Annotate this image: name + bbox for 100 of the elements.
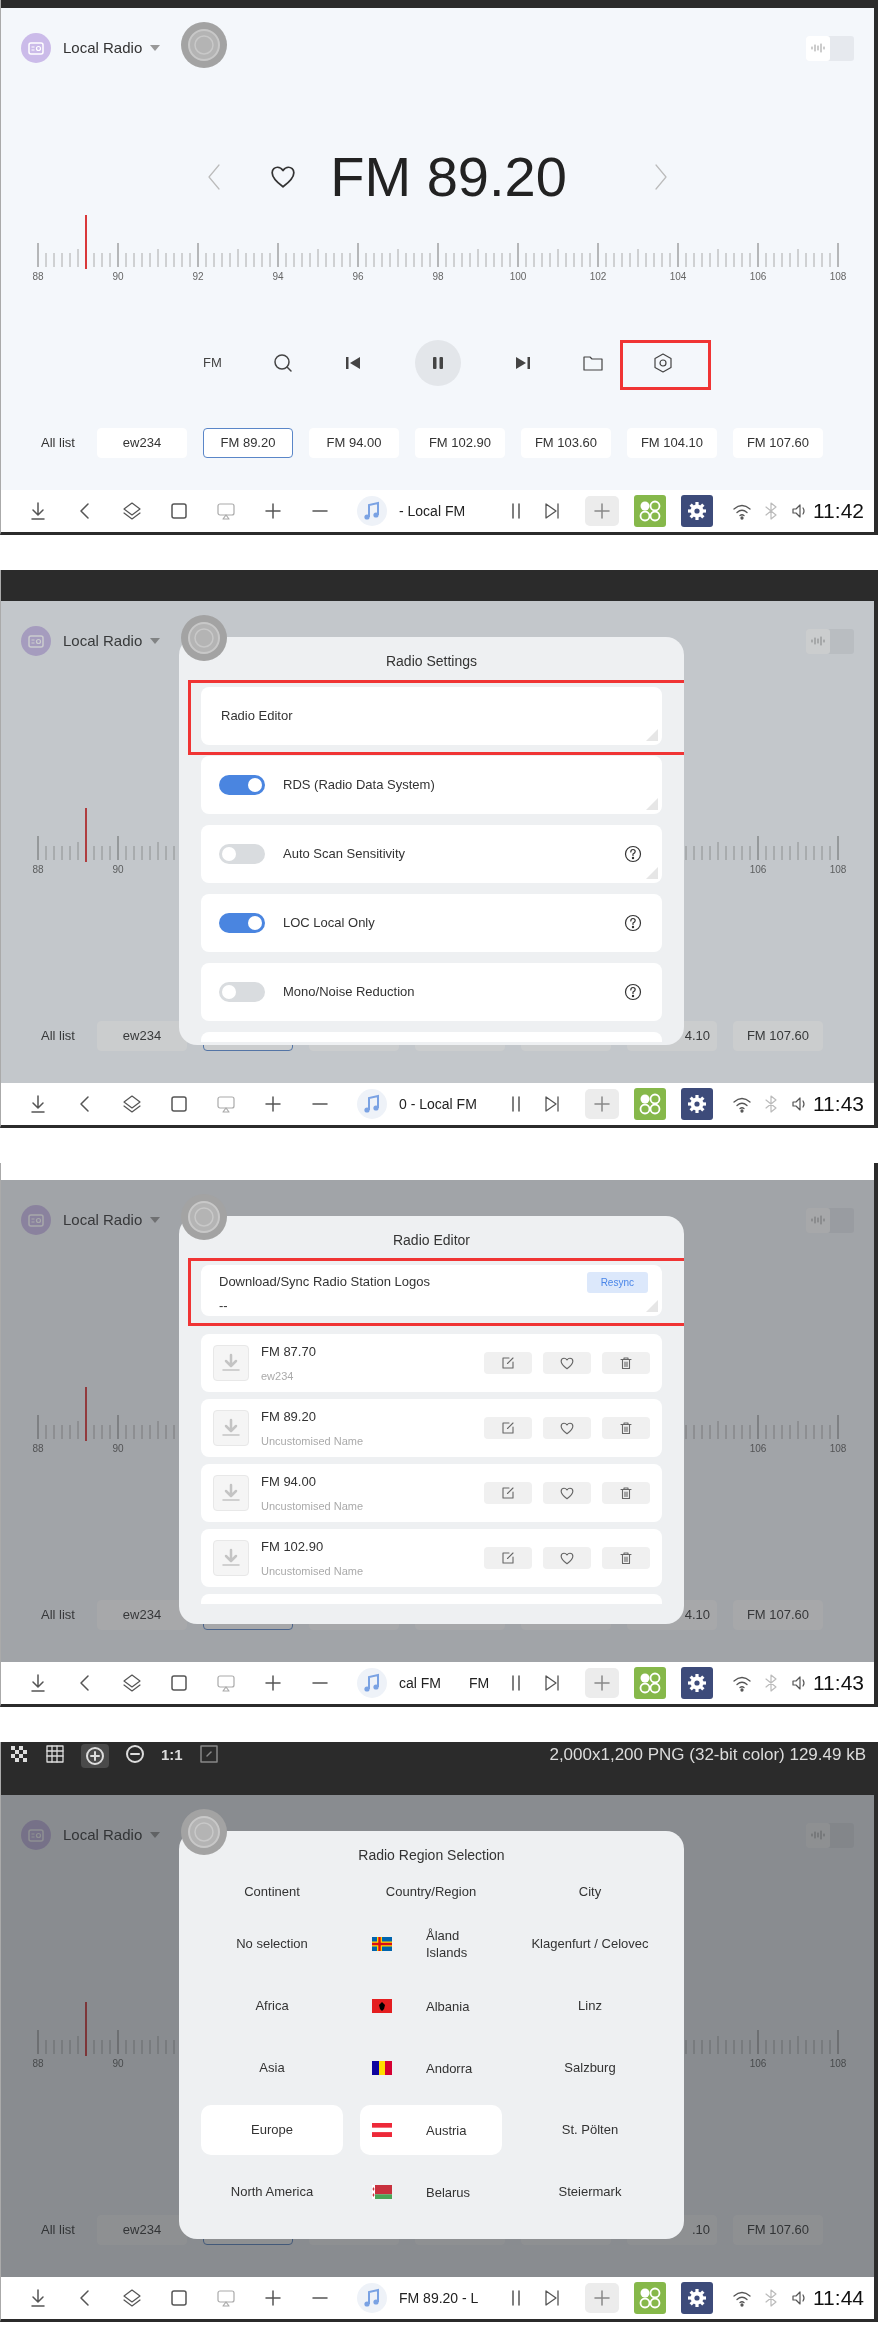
continent-option[interactable]: Europe (201, 2105, 343, 2155)
preset-chip[interactable]: FM 89.20 (203, 428, 293, 458)
edit-button[interactable] (484, 1547, 532, 1569)
preset-chip[interactable]: FM 94.00 (309, 428, 399, 458)
preset-chip[interactable]: ew234 (97, 1021, 187, 1051)
country-option[interactable]: Belarus (360, 2167, 502, 2217)
square-icon[interactable] (168, 500, 190, 522)
play-pause-button[interactable] (414, 340, 461, 386)
city-option[interactable]: Steiermark (519, 2167, 661, 2217)
edit-button[interactable] (484, 1417, 532, 1439)
country-option[interactable]: Andorra (360, 2043, 502, 2093)
toggle-switch[interactable] (219, 913, 265, 933)
apps-icon[interactable] (634, 1088, 666, 1120)
apps-icon[interactable] (634, 1667, 666, 1699)
continent-option[interactable]: Asia (201, 2043, 343, 2093)
add-button[interactable] (585, 1089, 619, 1119)
square-icon[interactable] (168, 2287, 190, 2309)
square-icon[interactable] (168, 1093, 190, 1115)
favorite-button[interactable] (543, 1352, 591, 1374)
checkerboard-icon[interactable] (9, 1744, 29, 1764)
toggle-switch[interactable] (219, 844, 265, 864)
settings-icon[interactable] (681, 2282, 713, 2314)
edit-button[interactable] (484, 1482, 532, 1504)
apps-icon[interactable] (634, 495, 666, 527)
delete-button[interactable] (602, 1417, 650, 1439)
music-note-icon[interactable] (357, 2283, 387, 2313)
city-option[interactable]: St. Pölten (519, 2105, 661, 2155)
add-button[interactable] (585, 2283, 619, 2313)
floating-button[interactable] (181, 22, 227, 68)
plus-icon[interactable] (262, 1093, 284, 1115)
preset-chip[interactable]: FM 107.60 (733, 1600, 823, 1630)
toggle-switch[interactable] (219, 982, 265, 1002)
favorite-button[interactable] (543, 1417, 591, 1439)
add-button[interactable] (585, 1668, 619, 1698)
music-note-icon[interactable] (357, 1668, 387, 1698)
delete-button[interactable] (602, 1352, 650, 1374)
preset-chip[interactable]: ew234 (97, 428, 187, 458)
continent-option[interactable]: No selection (201, 1919, 343, 1969)
app-title[interactable]: Local Radio (63, 36, 143, 60)
zoom-out-icon[interactable] (125, 1744, 145, 1764)
layers-icon[interactable] (121, 1093, 143, 1115)
settings-icon[interactable] (681, 495, 713, 527)
help-icon[interactable] (624, 983, 642, 1001)
tuner-marker[interactable] (85, 808, 87, 862)
plus-icon[interactable] (262, 500, 284, 522)
continent-option[interactable]: North America (201, 2167, 343, 2217)
layers-icon[interactable] (121, 2287, 143, 2309)
audio-toggle[interactable] (806, 628, 854, 654)
heart-icon[interactable] (270, 165, 297, 189)
favorite-button[interactable] (543, 1547, 591, 1569)
audio-toggle[interactable] (806, 35, 854, 61)
settings-icon[interactable] (681, 1667, 713, 1699)
country-option[interactable]: Åland Islands (360, 1919, 502, 1969)
radio-app-icon[interactable] (21, 626, 51, 656)
preset-chip[interactable]: ew234 (97, 1600, 187, 1630)
app-title[interactable]: Local Radio (63, 629, 143, 653)
radio-app-icon[interactable] (21, 1820, 51, 1850)
audio-toggle[interactable] (806, 1207, 854, 1233)
music-note-icon[interactable] (357, 496, 387, 526)
tuner-marker[interactable] (85, 215, 87, 269)
preset-chip[interactable]: FM 107.60 (733, 2215, 823, 2245)
caret-down-icon[interactable] (150, 1217, 161, 1223)
layers-icon[interactable] (121, 1672, 143, 1694)
tuner-marker[interactable] (85, 2002, 87, 2056)
preset-chip[interactable]: FM 102.90 (415, 428, 505, 458)
settings-row[interactable]: Radio Editor (201, 687, 662, 745)
plus-icon[interactable] (262, 2287, 284, 2309)
delete-button[interactable] (602, 1547, 650, 1569)
preset-chip[interactable]: ew234 (97, 2215, 187, 2245)
square-icon[interactable] (168, 1672, 190, 1694)
toggle-switch[interactable] (219, 775, 265, 795)
country-option[interactable]: Albania (360, 1981, 502, 2031)
delete-button[interactable] (602, 1482, 650, 1504)
tuner-marker[interactable] (85, 1387, 87, 1441)
radio-app-icon[interactable] (21, 1205, 51, 1235)
radio-app-icon[interactable] (21, 33, 51, 63)
help-icon[interactable] (624, 914, 642, 932)
preset-chip[interactable]: FM 103.60 (521, 428, 611, 458)
app-title[interactable]: Local Radio (63, 1823, 143, 1847)
favorite-button[interactable] (543, 1482, 591, 1504)
country-option[interactable]: Austria (360, 2105, 502, 2155)
settings-icon[interactable] (681, 1088, 713, 1120)
grid-icon[interactable] (45, 1744, 65, 1764)
apps-icon[interactable] (634, 2282, 666, 2314)
plus-icon[interactable] (262, 1672, 284, 1694)
add-button[interactable] (585, 496, 619, 526)
caret-down-icon[interactable] (150, 638, 161, 644)
city-option[interactable]: Salzburg (519, 2043, 661, 2093)
city-option[interactable]: Klagenfurt / Celovec (519, 1919, 661, 1969)
preset-chip[interactable]: FM 107.60 (733, 428, 823, 458)
fit-icon[interactable] (198, 1744, 219, 1764)
preset-chip[interactable]: FM 107.60 (733, 1021, 823, 1051)
continent-option[interactable]: Africa (201, 1981, 343, 2031)
band-button[interactable]: FM (192, 343, 233, 383)
app-title[interactable]: Local Radio (63, 1208, 143, 1232)
city-option[interactable]: Linz (519, 1981, 661, 2031)
zoom-in-button[interactable] (81, 1744, 109, 1768)
music-note-icon[interactable] (357, 1089, 387, 1119)
preset-chip[interactable]: FM 104.10 (627, 428, 717, 458)
edit-button[interactable] (484, 1352, 532, 1374)
